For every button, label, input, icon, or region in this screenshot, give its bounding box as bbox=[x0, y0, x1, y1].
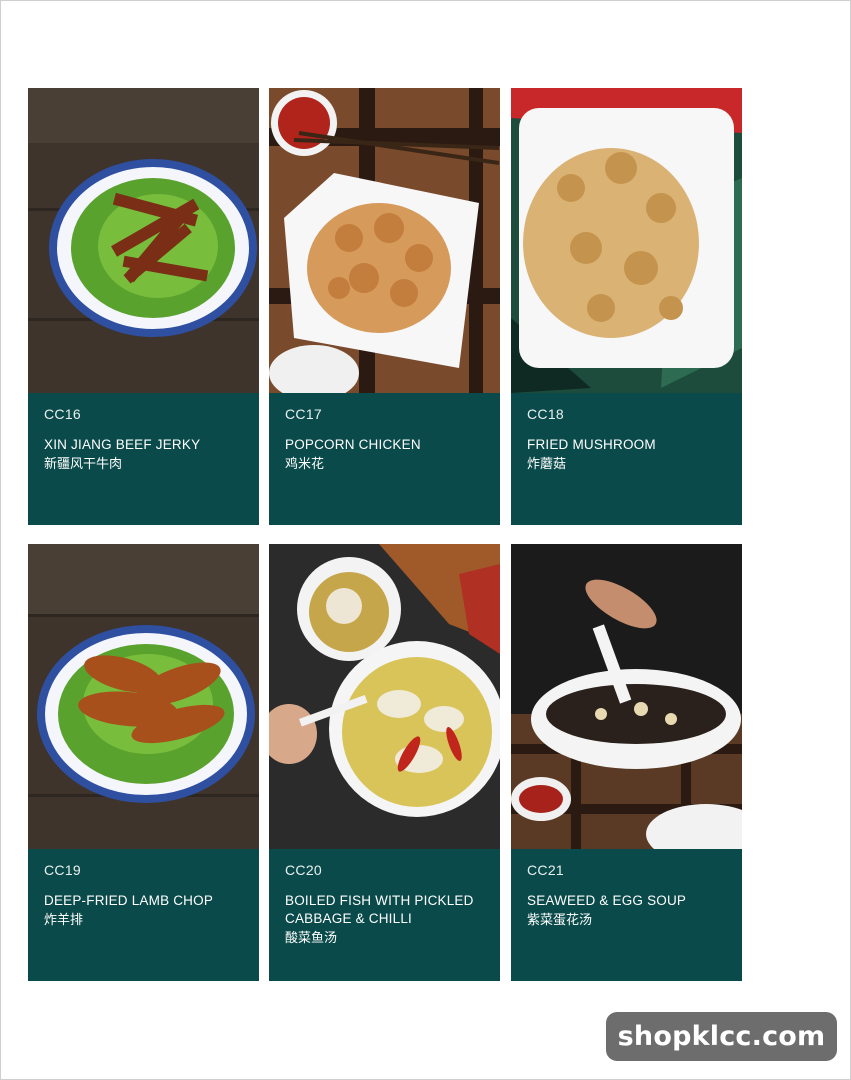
item-code: CC20 bbox=[285, 862, 322, 878]
item-code: CC17 bbox=[285, 406, 322, 422]
item-code: CC21 bbox=[527, 862, 564, 878]
menu-card-cc21[interactable]: CC21 SEAWEED & EGG SOUP 紫菜蛋花汤 bbox=[511, 544, 742, 981]
item-name-chinese: 炸羊排 bbox=[44, 913, 84, 928]
menu-card-cc19[interactable]: CC19 DEEP-FRIED LAMB CHOP 炸羊排 bbox=[28, 544, 259, 981]
item-name-chinese: 鸡米花 bbox=[285, 457, 325, 472]
item-name-english: BOILED FISH WITH PICKLED CABBAGE & CHILL… bbox=[285, 893, 474, 926]
menu-card-cc18[interactable]: CC18 FRIED MUSHROOM 炸蘑菇 bbox=[511, 88, 742, 525]
item-name-english: XIN JIANG BEEF JERKY bbox=[44, 437, 201, 452]
menu-card-cc16[interactable]: CC16 XIN JIANG BEEF JERKY 新疆风干牛肉 bbox=[28, 88, 259, 525]
item-name-english: FRIED MUSHROOM bbox=[527, 437, 656, 452]
item-code: CC19 bbox=[44, 862, 81, 878]
item-name-english: DEEP-FRIED LAMB CHOP bbox=[44, 893, 214, 908]
dish-photo-popcorn-chicken bbox=[269, 88, 500, 393]
dish-photo-beef-jerky bbox=[28, 88, 259, 393]
item-code: CC18 bbox=[527, 406, 564, 422]
item-name-english: POPCORN CHICKEN bbox=[285, 437, 421, 452]
menu-card-cc20[interactable]: CC20 BOILED FISH WITH PICKLED CABBAGE & … bbox=[269, 544, 500, 981]
menu-card-cc17[interactable]: CC17 POPCORN CHICKEN 鸡米花 bbox=[269, 88, 500, 525]
dish-photo-boiled-fish bbox=[269, 544, 500, 849]
item-name-chinese: 炸蘑菇 bbox=[527, 457, 567, 472]
watermark-badge: shopklcc.com bbox=[606, 1012, 837, 1061]
item-name-chinese: 紫菜蛋花汤 bbox=[527, 913, 593, 928]
watermark-text: shopklcc.com bbox=[617, 1021, 826, 1052]
item-name-english: SEAWEED & EGG SOUP bbox=[527, 893, 687, 908]
dish-photo-seaweed-soup bbox=[511, 544, 742, 849]
dish-photo-fried-mushroom bbox=[511, 88, 742, 393]
dish-photo-lamb-chop bbox=[28, 544, 259, 849]
item-name-chinese: 酸菜鱼汤 bbox=[285, 931, 338, 946]
item-name-chinese: 新疆风干牛肉 bbox=[44, 457, 123, 472]
item-code: CC16 bbox=[44, 406, 81, 422]
